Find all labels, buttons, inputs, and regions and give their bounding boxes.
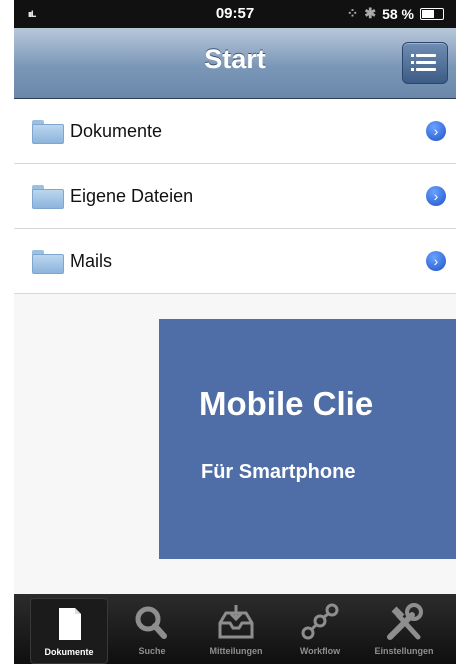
- tab-label: Suche: [138, 646, 166, 656]
- navigation-bar: Start: [14, 28, 456, 99]
- page-title: Start: [204, 44, 266, 74]
- search-icon: [135, 606, 167, 639]
- tab-workflow[interactable]: Workflow: [282, 598, 358, 662]
- list-item-label: Eigene Dateien: [70, 185, 194, 206]
- folder-icon: [32, 120, 64, 144]
- tab-dokumente[interactable]: Dokumente: [30, 598, 108, 664]
- battery-icon: [420, 7, 444, 20]
- tab-mitteilungen[interactable]: Mitteilungen: [198, 598, 274, 662]
- promo-title: Mobile Clie: [199, 385, 374, 422]
- tab-bar: Dokumente Suche Mitteilungen Workflow Ei…: [14, 594, 456, 664]
- menu-button[interactable]: [402, 42, 448, 84]
- list-item-eigene-dateien[interactable]: Eigene Dateien ›: [14, 164, 456, 229]
- workflow-icon: [301, 603, 339, 640]
- sync-icon: ⁘: [346, 5, 359, 21]
- list-item-mails[interactable]: Mails ›: [14, 229, 456, 294]
- list-item-dokumente[interactable]: Dokumente ›: [14, 99, 456, 164]
- tab-label: Mitteilungen: [209, 646, 263, 656]
- status-bar: ııl.. 09:57 ⁘ ✱ 58 %: [14, 0, 456, 28]
- status-indicators: ⁘ ✱ 58 %: [347, 5, 444, 22]
- folder-list: Dokumente › Eigene Dateien › Mails ›: [14, 99, 456, 294]
- tab-label: Einstellungen: [374, 646, 434, 656]
- disclosure-icon[interactable]: ›: [426, 251, 446, 271]
- battery-percentage: 58 %: [382, 5, 414, 22]
- tab-suche[interactable]: Suche: [114, 598, 190, 662]
- inbox-icon: [218, 605, 254, 639]
- promo-banner: Mobile Clie Für Smartphone: [159, 319, 456, 559]
- document-icon: [59, 608, 81, 640]
- list-item-label: Dokumente: [70, 120, 163, 141]
- promo-subtitle: Für Smartphone: [201, 461, 356, 483]
- list-item-label: Mails: [70, 250, 113, 271]
- tab-label: Dokumente: [44, 647, 94, 657]
- tab-einstellungen[interactable]: Einstellungen: [366, 598, 442, 662]
- folder-icon: [32, 250, 64, 274]
- folder-icon: [32, 185, 64, 209]
- disclosure-icon[interactable]: ›: [426, 121, 446, 141]
- disclosure-icon[interactable]: ›: [426, 186, 446, 206]
- tab-label: Workflow: [299, 646, 341, 656]
- tools-icon: [387, 603, 423, 640]
- bluetooth-icon: ✱: [364, 5, 377, 21]
